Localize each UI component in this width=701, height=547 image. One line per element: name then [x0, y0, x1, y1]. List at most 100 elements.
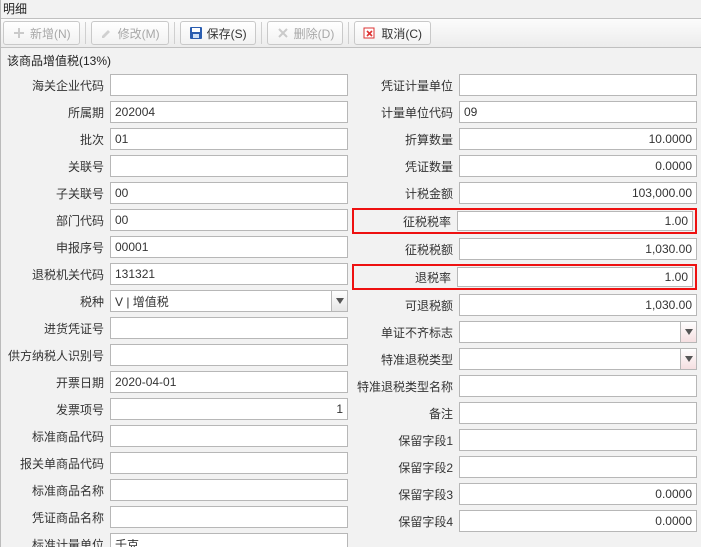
- combo-doc-flag[interactable]: [459, 321, 697, 343]
- x-icon: [276, 26, 290, 40]
- row-rsv1: 保留字段1: [354, 428, 697, 452]
- toolbar-divider: [174, 22, 175, 44]
- input-refund-rate[interactable]: [457, 267, 693, 287]
- input-unit-code[interactable]: [459, 101, 697, 123]
- input-voucher-name[interactable]: [110, 506, 348, 528]
- label-rsv4: 保留字段4: [354, 513, 459, 530]
- row-invoice-date: 开票日期: [5, 370, 348, 394]
- toolbar-divider: [348, 22, 349, 44]
- pencil-icon: [100, 26, 114, 40]
- cancel-button[interactable]: 取消(C): [354, 21, 431, 45]
- vat-header: 该商品增值税(13%): [1, 48, 701, 73]
- label-levy-rate: 征税税率: [352, 208, 457, 234]
- left-column: 海关企业代码 所属期 批次 关联号 子关联号 部门代码: [5, 73, 348, 547]
- input-refundable[interactable]: [459, 294, 697, 316]
- input-std-unit[interactable]: [110, 533, 348, 547]
- label-decl-no: 申报序号: [5, 239, 110, 256]
- row-customs-code: 海关企业代码: [5, 73, 348, 97]
- delete-label: 删除(D): [294, 25, 335, 42]
- input-tax-amount[interactable]: [459, 182, 697, 204]
- input-sub-link[interactable]: [110, 182, 348, 204]
- toolbar-divider: [261, 22, 262, 44]
- window-title: 明细: [1, 0, 701, 18]
- label-batch: 批次: [5, 131, 110, 148]
- row-rsv4: 保留字段4: [354, 509, 697, 533]
- row-voucher-name: 凭证商品名称: [5, 505, 348, 529]
- row-conv-qty: 折算数量: [354, 127, 697, 151]
- row-refund-rate: 退税率: [354, 264, 697, 290]
- row-invoice-item: 发票项号: [5, 397, 348, 421]
- input-form-code[interactable]: [110, 452, 348, 474]
- label-refund-rate: 退税率: [352, 264, 457, 290]
- input-std-code[interactable]: [110, 425, 348, 447]
- combo-tax-type-text: V | 增值税: [111, 293, 331, 310]
- input-invoice-date[interactable]: [110, 371, 348, 393]
- chevron-down-icon: [331, 291, 347, 311]
- form-area: 海关企业代码 所属期 批次 关联号 子关联号 部门代码: [1, 73, 701, 547]
- add-button[interactable]: 新增(N): [3, 21, 80, 45]
- input-voucher-qty[interactable]: [459, 155, 697, 177]
- row-link-no: 关联号: [5, 154, 348, 178]
- row-tax-type: 税种 V | 增值税: [5, 289, 348, 313]
- row-refundable: 可退税额: [354, 293, 697, 317]
- row-batch: 批次: [5, 127, 348, 151]
- delete-button[interactable]: 删除(D): [267, 21, 344, 45]
- input-rsv1[interactable]: [459, 429, 697, 451]
- input-batch[interactable]: [110, 128, 348, 150]
- row-voucher-unit: 凭证计量单位: [354, 73, 697, 97]
- row-tax-auth: 退税机关代码: [5, 262, 348, 286]
- input-link-no[interactable]: [110, 155, 348, 177]
- row-doc-flag: 单证不齐标志: [354, 320, 697, 344]
- row-voucher-qty: 凭证数量: [354, 154, 697, 178]
- label-customs-code: 海关企业代码: [5, 77, 110, 94]
- add-label: 新增(N): [30, 25, 71, 42]
- input-supplier-tin[interactable]: [110, 344, 348, 366]
- label-invoice-item: 发票项号: [5, 401, 110, 418]
- save-button[interactable]: 保存(S): [180, 21, 256, 45]
- input-levy-rate[interactable]: [457, 211, 693, 231]
- input-rsv2[interactable]: [459, 456, 697, 478]
- edit-button[interactable]: 修改(M): [91, 21, 169, 45]
- input-remark[interactable]: [459, 402, 697, 424]
- right-column: 凭证计量单位 计量单位代码 折算数量 凭证数量 计税金额 征税税率: [354, 73, 697, 547]
- label-remark: 备注: [354, 405, 459, 422]
- row-supplier-tin: 供方纳税人识别号: [5, 343, 348, 367]
- combo-special-type[interactable]: [459, 348, 697, 370]
- combo-tax-type[interactable]: V | 增值税: [110, 290, 348, 312]
- input-std-name[interactable]: [110, 479, 348, 501]
- row-remark: 备注: [354, 401, 697, 425]
- input-rsv4[interactable]: [459, 510, 697, 532]
- row-rsv3: 保留字段3: [354, 482, 697, 506]
- label-special-name: 特准退税类型名称: [354, 378, 459, 395]
- row-form-code: 报关单商品代码: [5, 451, 348, 475]
- input-levy-tax[interactable]: [459, 238, 697, 260]
- row-special-type: 特准退税类型: [354, 347, 697, 371]
- label-supplier-tin: 供方纳税人识别号: [5, 347, 110, 364]
- input-decl-no[interactable]: [110, 236, 348, 258]
- label-refundable: 可退税额: [354, 297, 459, 314]
- cancel-label: 取消(C): [381, 25, 422, 42]
- label-sub-link: 子关联号: [5, 185, 110, 202]
- input-dept-code[interactable]: [110, 209, 348, 231]
- label-std-unit: 标准计量单位: [5, 536, 110, 547]
- input-special-name[interactable]: [459, 375, 697, 397]
- input-period[interactable]: [110, 101, 348, 123]
- label-invoice-date: 开票日期: [5, 374, 110, 391]
- input-in-voucher[interactable]: [110, 317, 348, 339]
- input-invoice-item[interactable]: [110, 398, 348, 420]
- label-levy-tax: 征税税额: [354, 241, 459, 258]
- label-voucher-qty: 凭证数量: [354, 158, 459, 175]
- label-voucher-name: 凭证商品名称: [5, 509, 110, 526]
- row-in-voucher: 进货凭证号: [5, 316, 348, 340]
- edit-label: 修改(M): [118, 25, 160, 42]
- row-dept-code: 部门代码: [5, 208, 348, 232]
- label-conv-qty: 折算数量: [354, 131, 459, 148]
- input-rsv3[interactable]: [459, 483, 697, 505]
- input-customs-code[interactable]: [110, 74, 348, 96]
- input-conv-qty[interactable]: [459, 128, 697, 150]
- save-icon: [189, 26, 203, 40]
- label-unit-code: 计量单位代码: [354, 104, 459, 121]
- input-tax-auth[interactable]: [110, 263, 348, 285]
- input-voucher-unit[interactable]: [459, 74, 697, 96]
- label-form-code: 报关单商品代码: [5, 455, 110, 472]
